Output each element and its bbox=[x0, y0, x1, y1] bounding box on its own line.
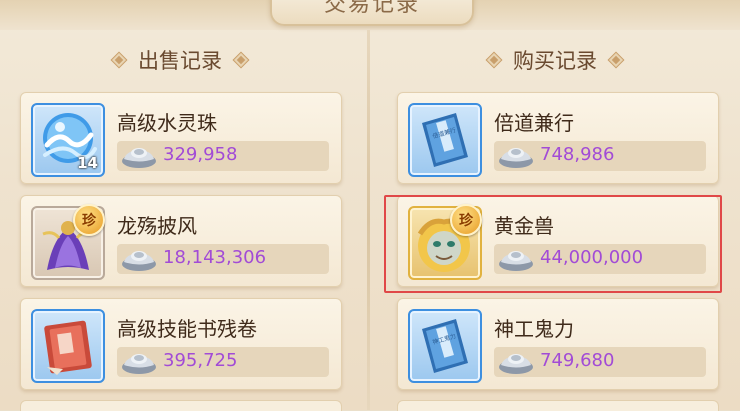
price-bar: 748,986 bbox=[494, 141, 706, 171]
item-price: 329,958 bbox=[163, 144, 238, 165]
price-bar: 749,680 bbox=[494, 347, 706, 377]
page-title: 交易记录 bbox=[323, 0, 420, 17]
item-name: 高级水灵珠 bbox=[117, 111, 217, 135]
sell-record-card[interactable]: 珍 龙殇披风 18,143,306 bbox=[20, 195, 342, 287]
item-name: 神工鬼力 bbox=[494, 317, 574, 341]
item-name: 龙殇披风 bbox=[117, 214, 197, 238]
item-price: 749,680 bbox=[540, 350, 615, 371]
sell-records-header: 出售记录 bbox=[20, 45, 340, 75]
rare-badge: 珍 bbox=[73, 204, 105, 236]
sell-record-card[interactable]: 14 高级水灵珠 329,958 bbox=[20, 92, 342, 184]
item-name: 高级技能书残卷 bbox=[117, 317, 257, 341]
sell-record-card[interactable]: 高级技能书残卷 395,725 bbox=[20, 298, 342, 390]
silver-ingot-icon bbox=[122, 148, 156, 168]
skill-book-icon: 神工鬼力 bbox=[408, 309, 482, 383]
next-card-edge bbox=[397, 400, 719, 411]
buy-record-card[interactable]: 神工鬼力 神工鬼力 749,680 bbox=[397, 298, 719, 390]
skill-book-scroll-icon bbox=[31, 309, 105, 383]
next-card-edge bbox=[20, 400, 342, 411]
ornament-icon bbox=[608, 52, 624, 68]
skill-book-icon: 倍道兼行 bbox=[408, 103, 482, 177]
water-orb-icon: 14 bbox=[31, 103, 105, 177]
silver-ingot-icon bbox=[499, 354, 533, 374]
title-plate: 交易记录 bbox=[270, 0, 474, 26]
item-price: 18,143,306 bbox=[163, 247, 267, 268]
sell-records-title: 出售记录 bbox=[138, 49, 222, 73]
buy-records-title: 购买记录 bbox=[513, 49, 597, 73]
price-bar: 395,725 bbox=[117, 347, 329, 377]
ornament-icon bbox=[111, 52, 127, 68]
item-price: 748,986 bbox=[540, 144, 615, 165]
buy-record-card[interactable]: 倍道兼行 倍道兼行 748,986 bbox=[397, 92, 719, 184]
silver-ingot-icon bbox=[499, 148, 533, 168]
item-price: 395,725 bbox=[163, 350, 238, 371]
silver-ingot-icon bbox=[122, 251, 156, 271]
ornament-icon bbox=[233, 52, 249, 68]
item-quantity: 14 bbox=[77, 154, 98, 172]
item-name: 倍道兼行 bbox=[494, 111, 574, 135]
price-bar: 18,143,306 bbox=[117, 244, 329, 274]
ornament-icon bbox=[486, 52, 502, 68]
silver-ingot-icon bbox=[122, 354, 156, 374]
highlight-frame bbox=[384, 195, 722, 293]
buy-records-header: 购买记录 bbox=[395, 45, 715, 75]
column-divider bbox=[367, 30, 370, 410]
price-bar: 329,958 bbox=[117, 141, 329, 171]
